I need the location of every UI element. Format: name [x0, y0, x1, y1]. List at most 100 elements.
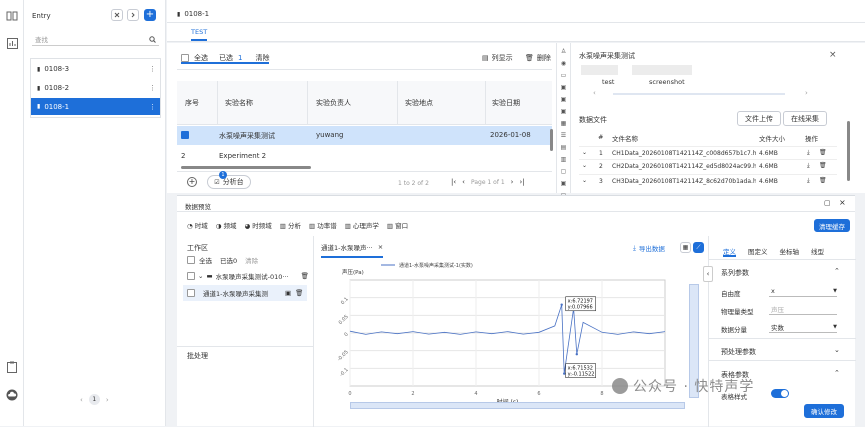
chevron-up-icon[interactable]: ⌃: [834, 267, 840, 275]
search-input[interactable]: 查找: [32, 33, 159, 46]
file-row[interactable]: ⌄ 2 CH2Data_20260108T142114Z_ed5d8024ac9…: [579, 159, 837, 172]
image-icon[interactable]: ▣: [561, 84, 567, 91]
chart-icon[interactable]: ▥: [561, 156, 567, 163]
table-row[interactable]: 水泵噪声采集测试 yuwang 2026-01-08: [177, 126, 552, 145]
table-row[interactable]: 2 Experiment 2: [177, 147, 552, 164]
chevron-down-icon[interactable]: ⌄: [834, 346, 840, 354]
tree-checkbox[interactable]: [187, 272, 195, 280]
clear-cache-button[interactable]: 清理缓存: [814, 219, 850, 232]
row-checkbox[interactable]: [181, 131, 189, 139]
online-collect-button[interactable]: 在线采集: [783, 111, 827, 126]
trash-icon[interactable]: 🗑: [819, 149, 827, 156]
list-item[interactable]: ▮ 0108-3 ⋮: [31, 61, 160, 77]
vertical-scrollbar[interactable]: [550, 129, 553, 151]
confirm-button[interactable]: 确认修改: [804, 404, 844, 418]
thumbnail[interactable]: [581, 65, 618, 75]
clipboard-icon[interactable]: [5, 360, 19, 374]
tree-channel[interactable]: 通道1-水泵噪声采集测 ▣ 🗑: [183, 285, 307, 301]
grid-toggle[interactable]: [771, 389, 789, 398]
book-icon[interactable]: [5, 8, 19, 22]
file-row[interactable]: ⌄ 1 CH1Data_20260108T142114Z_c008d657b1c…: [579, 146, 837, 159]
tab-axis[interactable]: 坐标轴: [780, 246, 800, 256]
expand-icon[interactable]: ⌄: [582, 177, 587, 184]
carousel-next-icon[interactable]: ›: [805, 89, 808, 97]
delete-button[interactable]: 🗑 删除: [525, 53, 551, 63]
trash-icon[interactable]: 🗑: [301, 272, 309, 280]
trash-icon[interactable]: 🗑: [819, 177, 827, 184]
grid-icon[interactable]: ▤: [561, 144, 567, 151]
chart-icon[interactable]: [5, 36, 19, 50]
tab-define[interactable]: 定义: [723, 246, 736, 257]
close-button[interactable]: [111, 9, 123, 21]
tab-chart-define[interactable]: 图定义: [748, 246, 768, 256]
col-header[interactable]: 实验名称: [225, 98, 253, 108]
more-icon[interactable]: ⋮: [149, 84, 156, 92]
doc-icon[interactable]: ▭: [561, 72, 567, 79]
image-icon[interactable]: ▣: [561, 108, 567, 115]
list-item[interactable]: ▮ 0108-2 ⋮: [31, 80, 160, 96]
more-icon[interactable]: ⋮: [149, 103, 156, 111]
cloud-icon[interactable]: [5, 388, 19, 402]
dof-select[interactable]: x ▼: [769, 285, 837, 297]
chart-view-button[interactable]: ⟋: [693, 242, 704, 253]
prev-page-icon[interactable]: ‹: [462, 178, 465, 186]
analysis-button[interactable]: ☑ 分析台: [207, 175, 251, 189]
save-icon[interactable]: ▣: [285, 289, 291, 297]
person-icon[interactable]: ♙: [561, 48, 566, 55]
add-button[interactable]: +: [144, 9, 156, 21]
tab-line-style[interactable]: 线型: [811, 246, 824, 256]
horizontal-scrollbar[interactable]: [181, 166, 311, 169]
vertical-scrollbar[interactable]: [847, 121, 850, 181]
col-header[interactable]: 实验日期: [492, 98, 520, 108]
select-all-checkbox[interactable]: [181, 54, 189, 62]
component-select[interactable]: 实数 ▼: [769, 321, 837, 333]
chart-tab[interactable]: 通道1-水泵噪声··· ×: [321, 242, 384, 258]
maximize-icon[interactable]: ▢: [824, 199, 831, 207]
expand-icon[interactable]: ⌄: [582, 162, 587, 169]
prev-page-icon[interactable]: ‹: [80, 396, 83, 404]
tab-psychoacoustic[interactable]: ▥ 心理声学: [345, 220, 379, 230]
export-button[interactable]: ⤓ 导出数据: [633, 243, 665, 254]
add-circle-icon[interactable]: +: [187, 177, 197, 187]
download-icon[interactable]: ⤓: [807, 149, 810, 157]
trash-icon[interactable]: 🗑: [295, 289, 303, 297]
last-page-icon[interactable]: ›|: [519, 178, 524, 186]
list-icon[interactable]: ☰: [561, 132, 566, 139]
tab-power-spectrum[interactable]: ▥ 功率谱: [309, 220, 337, 230]
download-icon[interactable]: ⤓: [807, 162, 810, 170]
close-icon[interactable]: ×: [829, 50, 837, 60]
tab-analysis[interactable]: ▥ 分析: [280, 220, 301, 230]
tab-time-domain[interactable]: ◔ 时域: [187, 220, 208, 230]
collapse-icon[interactable]: ‹: [703, 266, 713, 282]
image-icon[interactable]: ▣: [561, 96, 567, 103]
columns-button[interactable]: ▤ 列显示: [482, 53, 513, 63]
tab-test[interactable]: TEST: [191, 28, 208, 41]
chart-scroll-slider[interactable]: [350, 402, 685, 409]
list-item-active[interactable]: ▮ 0108-1 ⋮: [31, 98, 160, 115]
chevron-up-icon[interactable]: ⌃: [834, 369, 840, 377]
thumbnail[interactable]: [632, 65, 692, 75]
col-header[interactable]: 实验地点: [405, 98, 433, 108]
location-icon[interactable]: ◉: [561, 60, 566, 67]
tab-time-freq[interactable]: ◕ 时频域: [245, 220, 272, 230]
col-header[interactable]: 序号: [185, 98, 199, 108]
download-icon[interactable]: ⤓: [807, 177, 810, 185]
image-icon[interactable]: ▣: [561, 180, 567, 187]
col-header[interactable]: 实验负责人: [316, 98, 351, 108]
trash-icon[interactable]: 🗑: [819, 162, 827, 169]
first-page-icon[interactable]: |‹: [451, 178, 456, 186]
tree-checkbox[interactable]: [187, 289, 195, 297]
next-page-icon[interactable]: ›: [511, 178, 514, 186]
ws-clear-button[interactable]: 清除: [245, 255, 258, 265]
tab-freq-domain[interactable]: ◑ 频域: [216, 220, 237, 230]
carousel-prev-icon[interactable]: ‹: [593, 89, 596, 97]
expand-icon[interactable]: ⌄: [582, 149, 587, 156]
tab-window[interactable]: ▥ 窗口: [387, 220, 408, 230]
chevron-down-icon[interactable]: ⌄: [198, 272, 203, 280]
more-icon[interactable]: ⋮: [149, 65, 156, 73]
file-row[interactable]: ⌄ 3 CH3Data_20260108T142114Z_8c62d70b1ad…: [579, 174, 837, 187]
next-page-icon[interactable]: ›: [106, 396, 109, 404]
close-icon[interactable]: ×: [839, 198, 846, 207]
forward-button[interactable]: [127, 9, 139, 21]
ws-select-all-checkbox[interactable]: [187, 256, 195, 264]
